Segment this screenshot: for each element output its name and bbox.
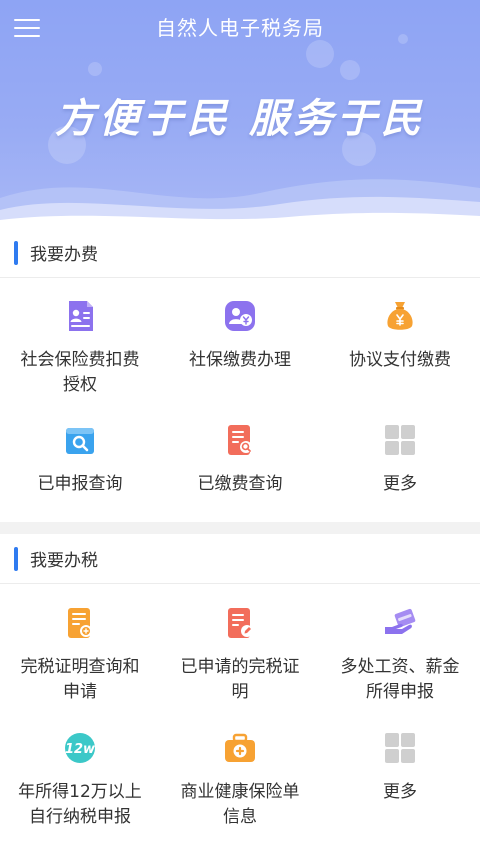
item-label: 完税证明查询和申请: [20, 657, 140, 702]
item-label: 协议支付缴费: [349, 350, 451, 370]
menu-button[interactable]: [14, 14, 46, 42]
section-fees: 我要办费 社会保险费扣费授权 社保缴费办理 协议支付缴费 已申报查询 已缴费查询…: [0, 228, 480, 522]
multi-salary-item[interactable]: 多处工资、薪金所得申报: [320, 584, 480, 712]
section-title: 我要办费: [30, 245, 98, 265]
fee-auth-item[interactable]: 社会保险费扣费授权: [0, 278, 160, 402]
app-screen: 自然人电子税务局 方便于民 服务于民 我要办费 社会保险费扣费授权 社保缴费办理…: [0, 0, 480, 853]
certificate-icon: [68, 608, 92, 638]
item-label: 已申请的完税证明: [180, 657, 300, 702]
medical-kit-icon: [225, 733, 255, 762]
banner-slogan: 方便于民 服务于民: [55, 95, 425, 142]
item-label: 更多: [383, 474, 417, 494]
document-search-icon: [228, 425, 252, 455]
item-label: 已缴费查询: [197, 474, 283, 494]
health-insurance-item[interactable]: 商业健康保险单信息: [160, 712, 320, 852]
agreement-payment-item[interactable]: 协议支付缴费: [320, 278, 480, 402]
section-accent-bar: [14, 240, 18, 265]
wave-decoration: [0, 179, 480, 228]
bubble-decoration: [340, 60, 360, 80]
section-tax: 我要办税 完税证明查询和申请 已申请的完税证明 多处工资、薪金所得申报 12w …: [0, 534, 480, 853]
tax-certificate-item[interactable]: 完税证明查询和申请: [0, 584, 160, 712]
item-label: 多处工资、薪金所得申报: [340, 657, 460, 702]
declared-query-item[interactable]: 已申报查询: [0, 402, 160, 522]
social-insurance-item[interactable]: 社保缴费办理: [160, 278, 320, 402]
item-label: 年所得12万以上自行纳税申报: [18, 782, 142, 827]
hamburger-icon: [14, 35, 40, 37]
grid-icon: [385, 425, 415, 455]
document-edit-icon: [228, 608, 253, 638]
search-folder-icon: [66, 428, 94, 454]
item-label: 已申报查询: [37, 474, 123, 494]
item-label: 社保缴费办理: [189, 350, 291, 370]
item-label: 更多: [383, 782, 417, 802]
more-item[interactable]: 更多: [320, 402, 480, 522]
item-label: 商业健康保险单信息: [180, 782, 300, 827]
hamburger-icon: [14, 19, 40, 21]
bubble-decoration: [88, 62, 102, 76]
annual-income-declaration-item[interactable]: 12w 年所得12万以上自行纳税申报: [0, 712, 160, 852]
yuan-person-icon: [225, 301, 255, 331]
applied-certificate-item[interactable]: 已申请的完税证明: [160, 584, 320, 712]
paid-query-item[interactable]: 已缴费查询: [160, 402, 320, 522]
section-accent-bar: [14, 546, 18, 571]
section-header: 我要办税: [0, 534, 480, 584]
grid-icon: [385, 733, 415, 763]
hamburger-icon: [14, 27, 40, 29]
salary-hand-icon: [385, 608, 416, 634]
section-title: 我要办税: [30, 551, 98, 571]
money-bag-icon: [387, 302, 413, 330]
item-label: 社会保险费扣费授权: [20, 350, 140, 395]
12w-badge-icon: 12w: [65, 733, 96, 763]
more-item[interactable]: 更多: [320, 712, 480, 852]
page-title: 自然人电子税务局: [156, 15, 324, 40]
id-card-icon: [69, 301, 93, 331]
top-bar: 自然人电子税务局: [0, 0, 480, 52]
section-header: 我要办费: [0, 228, 480, 278]
svg-text:12w: 12w: [65, 742, 96, 757]
header-banner: 自然人电子税务局 方便于民 服务于民: [0, 0, 480, 228]
